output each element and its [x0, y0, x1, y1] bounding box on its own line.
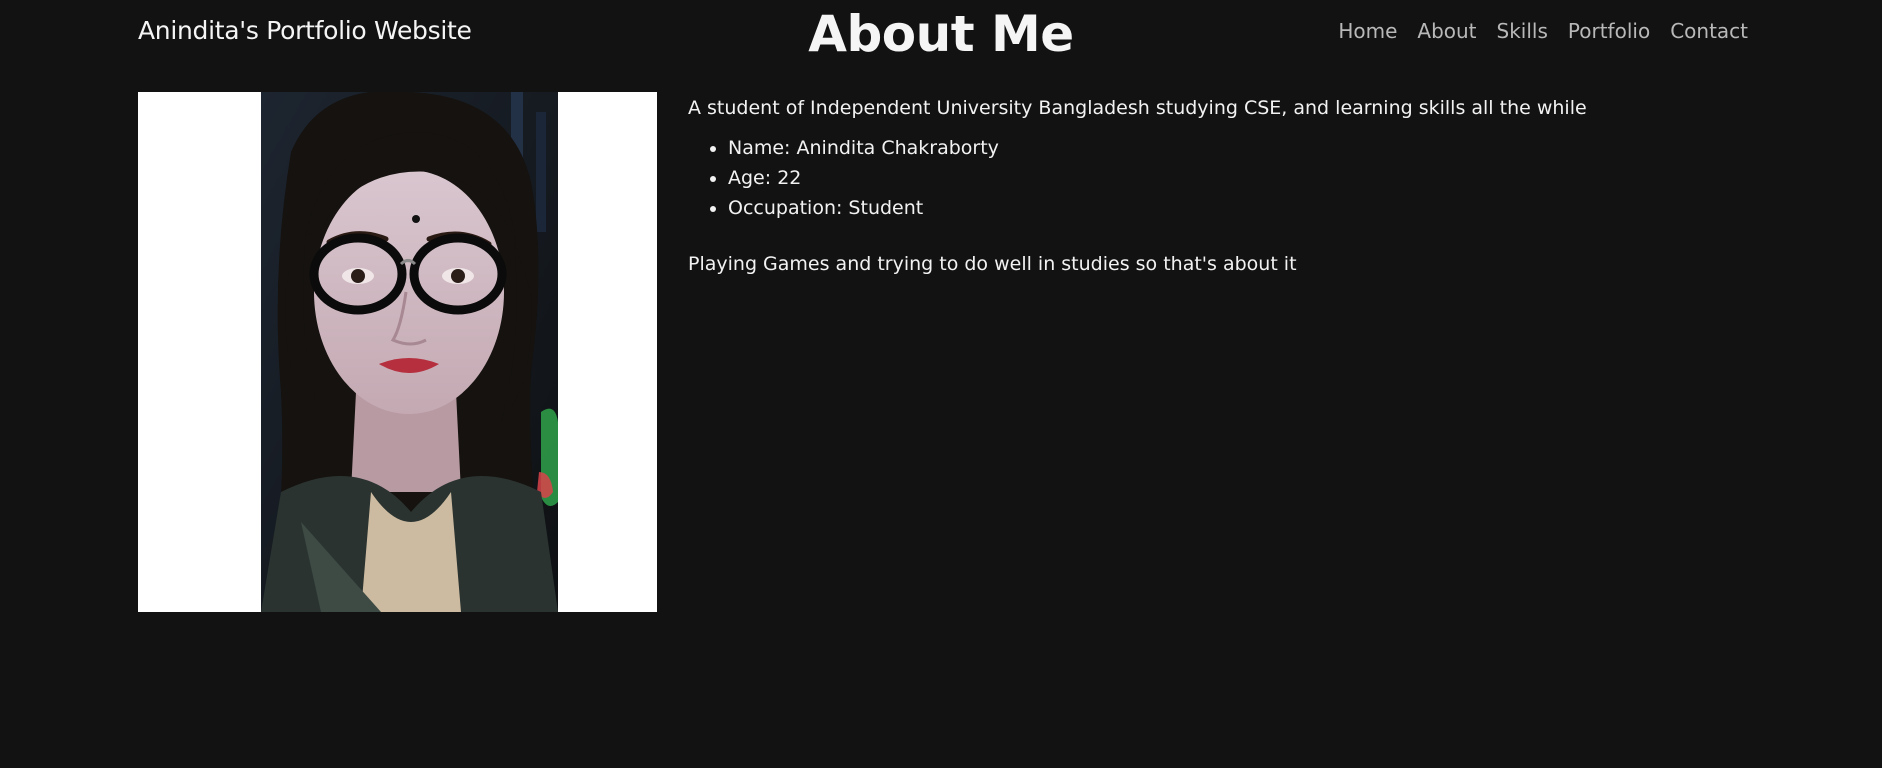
profile-photo-frame [138, 92, 657, 612]
fact-age: Age: 22 [728, 163, 1738, 193]
nav-link-contact[interactable]: Contact [1670, 19, 1748, 43]
nav-link-about[interactable]: About [1417, 19, 1476, 43]
nav-link-home[interactable]: Home [1338, 19, 1397, 43]
about-facts-list: Name: Anindita Chakraborty Age: 22 Occup… [688, 133, 1738, 223]
fact-occupation: Occupation: Student [728, 193, 1738, 223]
profile-photo-illustration [261, 92, 558, 612]
fact-name: Name: Anindita Chakraborty [728, 133, 1738, 163]
main-nav: Home About Skills Portfolio Contact [1338, 16, 1748, 46]
nav-link-skills[interactable]: Skills [1497, 19, 1548, 43]
profile-photo [261, 92, 558, 612]
about-page: Anindita's Portfolio Website About Me Ho… [0, 0, 1882, 768]
about-hobbies: Playing Games and trying to do well in s… [688, 253, 1297, 275]
about-intro: A student of Independent University Bang… [688, 97, 1587, 119]
about-content: A student of Independent University Bang… [688, 93, 1738, 279]
nav-link-portfolio[interactable]: Portfolio [1568, 19, 1650, 43]
